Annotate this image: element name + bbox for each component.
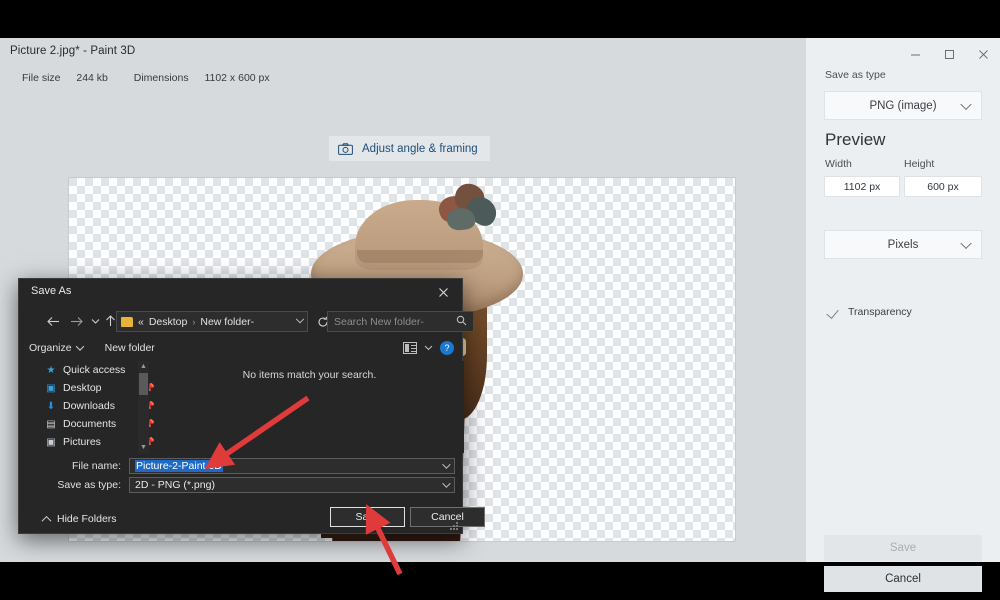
tree-item-label: Downloads (63, 400, 115, 412)
file-list[interactable]: No items match your search. (155, 361, 464, 453)
transparency-label: Transparency (848, 306, 912, 318)
breadcrumb-bar[interactable]: « Desktop › New folder- (116, 311, 308, 332)
camera-icon (338, 142, 353, 155)
help-icon[interactable]: ? (440, 341, 454, 355)
checkmark-icon (826, 305, 840, 319)
dialog-command-bar: Organize New folder ? (19, 337, 464, 359)
search-input[interactable]: Search New folder- (327, 311, 474, 332)
tree-scrollbar[interactable]: ▲ ▼ (138, 361, 149, 453)
file-size-value: 244 kb (76, 72, 108, 84)
panel-cancel-button[interactable]: Cancel (824, 566, 982, 592)
save-as-type-row: Save as type: 2D - PNG (*.png) (19, 477, 464, 493)
scroll-up-icon[interactable]: ▲ (139, 362, 148, 371)
save-as-type-label: Save as type (825, 69, 886, 81)
width-label: Width (825, 158, 852, 170)
units-value: Pixels (887, 238, 919, 251)
save-as-type-value: 2D - PNG (*.png) (135, 479, 215, 491)
desktop-icon: ▣ (46, 382, 56, 394)
maximize-icon[interactable] (932, 39, 966, 69)
chevron-down-icon[interactable] (442, 479, 451, 488)
file-metadata: File size 244 kb Dimensions 1102 x 600 p… (22, 72, 270, 84)
minimize-icon[interactable] (898, 39, 932, 69)
chevron-down-icon (960, 98, 972, 110)
height-input[interactable]: 600 px (904, 176, 982, 197)
dialog-close-icon[interactable] (424, 279, 462, 305)
tree-item-label: Documents (63, 418, 117, 430)
search-placeholder: Search New folder- (334, 315, 424, 328)
tree-item-label: Desktop (63, 382, 102, 394)
file-name-field[interactable]: Picture-2-Paint 3D (129, 458, 455, 474)
adjust-angle-framing-button[interactable]: Adjust angle & framing (329, 136, 490, 161)
forward-icon[interactable] (68, 313, 84, 329)
save-as-type-value: PNG (image) (869, 99, 937, 112)
recent-locations-icon[interactable] (87, 313, 103, 329)
width-input[interactable]: 1102 px (824, 176, 900, 197)
tree-item-label: Pictures (63, 436, 101, 448)
chevron-up-icon (41, 515, 52, 526)
tree-item-label: Quick access (63, 364, 126, 376)
save-as-type-label: Save as type: (57, 479, 121, 491)
dialog-title: Save As (31, 285, 72, 297)
folder-icon (121, 316, 133, 327)
preview-heading: Preview (825, 130, 886, 149)
height-value: 600 px (927, 180, 959, 193)
view-controls: ? (403, 341, 454, 355)
hide-folders-label: Hide Folders (57, 513, 117, 525)
panel-save-button[interactable]: Save (824, 535, 982, 561)
search-icon (456, 315, 467, 329)
transparency-checkbox[interactable]: Transparency (826, 305, 912, 319)
breadcrumb-prefix: « (138, 315, 144, 328)
dialog-save-button[interactable]: Save (330, 507, 405, 527)
star-icon: ★ (46, 364, 56, 376)
dialog-save-label: Save (355, 511, 380, 523)
app-title: Picture 2.jpg* - Paint 3D (10, 45, 136, 57)
hat-flower (435, 181, 502, 234)
save-as-dialog: Save As « Desktop › New folder- Search N… (18, 278, 485, 534)
new-folder-button[interactable]: New folder (105, 342, 155, 354)
close-icon[interactable] (966, 39, 1000, 69)
dimensions-value: 1102 x 600 px (204, 72, 270, 84)
width-value: 1102 px (843, 180, 881, 193)
breadcrumb-separator: › (192, 316, 196, 327)
dialog-cancel-button[interactable]: Cancel (410, 507, 485, 527)
organize-label: Organize (29, 342, 72, 354)
height-label: Height (904, 158, 935, 170)
help-glyph: ? (444, 343, 450, 353)
file-name-label: File name: (71, 460, 121, 472)
scrollbar-thumb[interactable] (139, 373, 148, 395)
units-select[interactable]: Pixels (824, 230, 982, 259)
pictures-icon: ▣ (46, 436, 56, 448)
chevron-down-icon (960, 237, 972, 249)
download-icon: ⬇ (46, 400, 56, 412)
dimensions-label: Dimensions (133, 72, 189, 84)
dialog-navigation-bar: « Desktop › New folder- Search New folde… (19, 305, 474, 337)
file-name-row: File name: Picture-2-Paint 3D (19, 458, 464, 474)
save-options-panel: Save as type PNG (image) Preview Width H… (806, 38, 1000, 592)
hide-folders-button[interactable]: Hide Folders (41, 513, 117, 526)
back-icon[interactable] (45, 313, 61, 329)
chevron-down-icon (75, 342, 84, 351)
view-layout-icon[interactable] (403, 342, 417, 354)
empty-list-message: No items match your search. (242, 369, 377, 381)
screen-root: Picture 2.jpg* - Paint 3D File size 244 … (0, 0, 1000, 600)
save-as-type-field[interactable]: 2D - PNG (*.png) (129, 477, 455, 493)
file-name-value: Picture-2-Paint 3D (135, 460, 223, 472)
breadcrumb-item-desktop[interactable]: Desktop (149, 316, 188, 328)
scroll-down-icon[interactable]: ▼ (139, 443, 148, 452)
panel-save-label: Save (889, 542, 917, 554)
save-as-type-select[interactable]: PNG (image) (824, 91, 982, 120)
window-controls (806, 38, 1000, 70)
file-size-label: File size (22, 72, 61, 84)
organize-button[interactable]: Organize (29, 342, 84, 354)
top-black-band (0, 0, 1000, 38)
panel-cancel-label: Cancel (885, 573, 921, 585)
resize-grip[interactable] (450, 522, 459, 531)
breadcrumb-item-newfolder[interactable]: New folder- (200, 316, 254, 328)
new-folder-label: New folder (104, 342, 155, 354)
adjust-angle-framing-label: Adjust angle & framing (362, 142, 478, 155)
chevron-down-icon[interactable] (442, 460, 451, 469)
view-dropdown-icon[interactable] (424, 342, 433, 354)
chevron-down-icon[interactable] (295, 314, 305, 323)
documents-icon: ▤ (46, 418, 56, 430)
